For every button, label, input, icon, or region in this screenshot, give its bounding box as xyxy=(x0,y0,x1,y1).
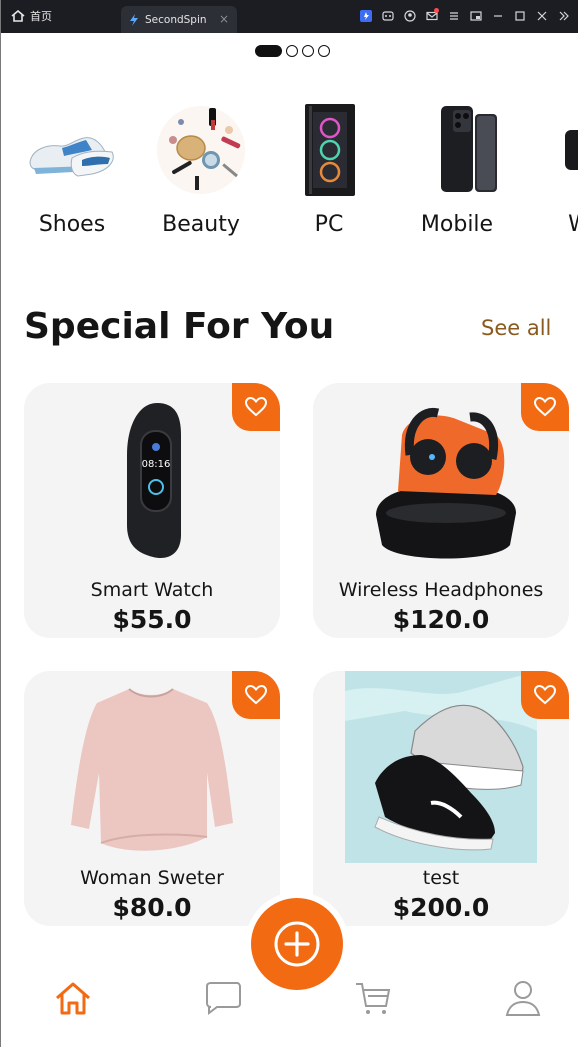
headphones-image xyxy=(376,407,516,559)
pager-dot[interactable] xyxy=(302,45,314,57)
home-small-icon xyxy=(11,10,25,22)
product-name: test xyxy=(422,867,460,889)
heart-icon xyxy=(244,684,268,705)
favorite-button[interactable] xyxy=(521,383,569,431)
category-beauty[interactable]: Beauty xyxy=(141,100,261,237)
category-label: Shoes xyxy=(38,212,106,237)
menu-icon[interactable] xyxy=(443,8,465,24)
home-tab-label: 首页 xyxy=(30,10,52,23)
product-card[interactable]: test $200.0 xyxy=(313,671,569,926)
browser-bar: 首页 SecondSpin × xyxy=(1,0,578,33)
product-card[interactable]: Woman Sweter $80.0 xyxy=(24,671,280,926)
cosmetics-image xyxy=(157,106,245,194)
cart-icon xyxy=(356,983,391,1014)
pager-dot-active[interactable] xyxy=(255,45,282,57)
smart-watch-image: 08:16 xyxy=(127,403,181,559)
heart-icon xyxy=(533,684,557,705)
pager-dot[interactable] xyxy=(286,45,298,57)
product-card[interactable]: 08:16 Smart Watch $55.0 xyxy=(24,383,280,638)
category-mobile[interactable]: Mobile xyxy=(397,100,517,237)
nav-home[interactable] xyxy=(53,980,93,1016)
home-tab[interactable]: 首页 xyxy=(11,8,52,24)
tab-title: SecondSpin xyxy=(145,13,207,26)
pc-case-image xyxy=(305,104,355,196)
see-all-link[interactable]: See all xyxy=(481,316,551,340)
favorite-button[interactable] xyxy=(521,671,569,719)
nav-profile[interactable] xyxy=(503,980,543,1016)
notification-dot xyxy=(434,8,439,13)
tab-secondspin[interactable]: SecondSpin × xyxy=(121,6,237,33)
product-name: Wireless Headphones xyxy=(338,579,544,601)
product-price: $120.0 xyxy=(392,605,490,634)
close-icon[interactable] xyxy=(531,8,553,24)
game-icon[interactable] xyxy=(377,8,399,24)
category-list: Shoes Beauty PC Mobile xyxy=(1,100,578,250)
gift-icon[interactable] xyxy=(355,8,377,24)
favorite-button[interactable] xyxy=(232,383,280,431)
product-name: Woman Sweter xyxy=(80,867,224,889)
category-w[interactable]: W xyxy=(519,100,578,237)
product-price: $200.0 xyxy=(392,893,490,922)
section-title: Special For You xyxy=(24,306,335,347)
shoe-image xyxy=(29,137,114,177)
nav-chat[interactable] xyxy=(203,980,243,1016)
pager-dot[interactable] xyxy=(318,45,330,57)
minimize-icon[interactable] xyxy=(487,8,509,24)
heart-icon xyxy=(533,396,557,417)
category-label: Beauty xyxy=(162,212,240,237)
plus-circle-icon xyxy=(274,921,320,967)
home-icon xyxy=(56,982,90,1015)
bolt-icon xyxy=(130,13,138,26)
product-card[interactable]: Wireless Headphones $120.0 xyxy=(313,383,569,638)
more-icon[interactable] xyxy=(553,8,575,24)
category-pc[interactable]: PC xyxy=(269,100,389,237)
category-label: PC xyxy=(314,212,344,237)
carousel-pager xyxy=(255,45,330,57)
app-window: 首页 SecondSpin × Shoes Beauty PC Mobile S… xyxy=(0,0,578,1047)
tab-close-icon[interactable]: × xyxy=(219,12,229,26)
account-icon[interactable] xyxy=(399,8,421,24)
profile-icon xyxy=(505,981,541,1016)
category-label: Mobile xyxy=(420,212,494,237)
chat-icon xyxy=(206,982,241,1015)
favorite-button[interactable] xyxy=(232,671,280,719)
nav-cart[interactable] xyxy=(353,980,393,1016)
maximize-icon[interactable] xyxy=(509,8,531,24)
sneakers-image xyxy=(345,671,537,863)
add-product-button[interactable] xyxy=(251,898,343,990)
sweater-image xyxy=(71,688,233,851)
watch-category-image xyxy=(565,130,578,170)
heart-icon xyxy=(244,396,268,417)
product-price: $55.0 xyxy=(112,605,192,634)
mail-icon[interactable] xyxy=(421,8,443,24)
phone-image xyxy=(441,106,497,192)
pip-icon[interactable] xyxy=(465,8,487,24)
category-label: W xyxy=(519,212,578,237)
browser-toolbar xyxy=(355,8,575,24)
product-price: $80.0 xyxy=(112,893,192,922)
product-name: Smart Watch xyxy=(90,579,214,601)
svg-text:08:16: 08:16 xyxy=(142,459,171,470)
category-shoes[interactable]: Shoes xyxy=(12,100,132,237)
